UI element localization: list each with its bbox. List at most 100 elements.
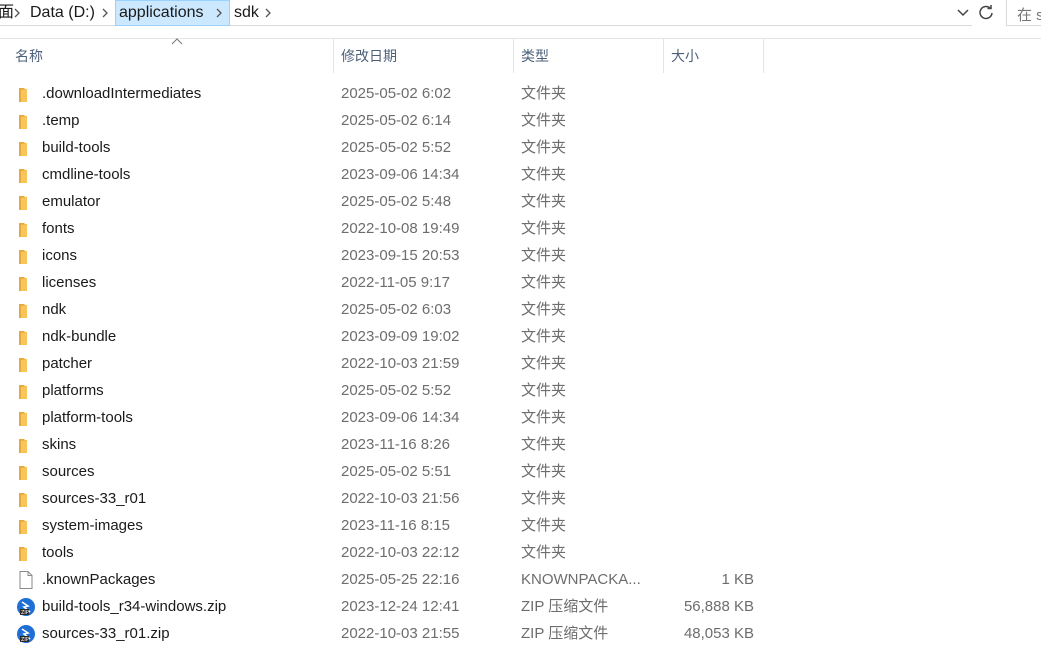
file-row[interactable]: system-images 2023-11-16 8:15 文件夹 [0,512,1041,539]
zip-icon: ZIP [16,597,36,617]
file-type: 文件夹 [521,544,567,561]
file-size [664,350,754,377]
folder-icon [16,84,36,104]
column-date-label: 修改日期 [341,48,397,64]
folder-icon [16,273,36,293]
file-size [664,458,754,485]
file-type: 文件夹 [521,463,567,480]
file-row[interactable]: sources 2025-05-02 5:51 文件夹 [0,458,1041,485]
folder-icon [16,408,36,428]
file-size [664,134,754,161]
search-input[interactable]: 在 s [1006,0,1041,26]
file-row[interactable]: .downloadIntermediates 2025-05-02 6:02 文… [0,80,1041,107]
file-date: 2023-09-15 20:53 [341,247,460,264]
file-type: 文件夹 [521,220,567,237]
file-name: build-tools_r34-windows.zip [42,598,227,615]
folder-icon [16,543,36,563]
breadcrumb-item-data-drive[interactable]: Data (D:) [30,3,95,23]
file-size [664,323,754,350]
file-row[interactable]: .knownPackages 2025-05-25 22:16 KNOWNPAC… [0,566,1041,593]
file-date: 2023-09-06 14:34 [341,409,460,426]
file-size: 48,053 KB [683,625,754,642]
file-row[interactable]: ndk-bundle 2023-09-09 19:02 文件夹 [0,323,1041,350]
folder-icon [16,300,36,320]
file-name: emulator [42,193,101,210]
file-size [664,215,754,242]
file-row[interactable]: ndk 2025-05-02 6:03 文件夹 [0,296,1041,323]
file-row[interactable]: .temp 2025-05-02 6:14 文件夹 [0,107,1041,134]
chevron-right-icon[interactable] [262,4,274,22]
file-date: 2022-10-03 21:56 [341,490,460,507]
file-date: 2022-10-03 21:55 [341,625,460,642]
file-row[interactable]: licenses 2022-11-05 9:17 文件夹 [0,269,1041,296]
zip-icon: ZIP [16,624,36,644]
file-name: ndk [42,301,67,318]
file-row[interactable]: platform-tools 2023-09-06 14:34 文件夹 [0,404,1041,431]
file-row[interactable]: tools 2022-10-03 22:12 文件夹 [0,539,1041,566]
file-size: 56,888 KB [683,598,754,615]
file-name: tools [42,544,74,561]
file-name: .downloadIntermediates [42,85,202,102]
file-size [664,296,754,323]
file-type: 文件夹 [521,301,567,318]
column-header-name[interactable]: 名称 [8,38,334,73]
column-header-type[interactable]: 类型 [514,39,664,73]
folder-icon [16,489,36,509]
file-name: system-images [42,517,143,534]
file-row[interactable]: platforms 2025-05-02 5:52 文件夹 [0,377,1041,404]
file-date: 2022-10-03 22:12 [341,544,460,561]
file-type: 文件夹 [521,382,567,399]
file-row[interactable]: icons 2023-09-15 20:53 文件夹 [0,242,1041,269]
file-type: 文件夹 [521,193,567,210]
file-name: sources-33_r01.zip [42,625,170,642]
file-type: ZIP 压缩文件 [521,625,609,642]
folder-icon [16,462,36,482]
file-date: 2022-10-03 21:59 [341,355,460,372]
file-size: 1 KB [721,571,754,588]
column-type-label: 类型 [521,48,549,64]
file-row[interactable]: sources-33_r01 2022-10-03 21:56 文件夹 [0,485,1041,512]
file-date: 2025-05-02 5:51 [341,463,452,480]
column-header-date[interactable]: 修改日期 [334,39,514,73]
file-name: skins [42,436,77,453]
breadcrumb-item-applications[interactable]: applications [119,3,204,23]
breadcrumb-item-sdk[interactable]: sdk [234,3,259,23]
folder-icon [16,138,36,158]
svg-text:ZIP: ZIP [21,610,29,616]
file-date: 2025-05-02 6:14 [341,112,452,129]
file-row[interactable]: skins 2023-11-16 8:26 文件夹 [0,431,1041,458]
file-row[interactable]: ZIP sources-33_r01.zip 2022-10-03 21:55 … [0,620,1041,647]
file-type: 文件夹 [521,139,567,156]
file-type: 文件夹 [521,166,567,183]
file-row[interactable]: emulator 2025-05-02 5:48 文件夹 [0,188,1041,215]
folder-icon [16,327,36,347]
file-type: 文件夹 [521,409,567,426]
file-name: licenses [42,274,97,291]
folder-icon [16,354,36,374]
file-size [664,242,754,269]
file-row[interactable]: patcher 2022-10-03 21:59 文件夹 [0,350,1041,377]
folder-icon [16,219,36,239]
address-bar: 面 Data (D:) applications sdk 在 s [0,0,1041,26]
folder-icon [16,516,36,536]
file-name: platforms [42,382,104,399]
file-date: 2023-12-24 12:41 [341,598,460,615]
refresh-button[interactable] [975,2,997,24]
file-date: 2025-05-02 5:52 [341,382,452,399]
chevron-right-icon[interactable] [11,4,23,22]
file-row[interactable]: ZIP build-tools_r34-windows.zip 2023-12-… [0,593,1041,620]
file-type: 文件夹 [521,355,567,372]
chevron-right-icon[interactable] [99,4,111,22]
file-row[interactable]: fonts 2022-10-08 19:49 文件夹 [0,215,1041,242]
file-icon [16,570,36,590]
chevron-right-icon[interactable] [213,4,225,22]
chevron-down-icon[interactable] [955,5,971,21]
file-row[interactable]: cmdline-tools 2023-09-06 14:34 文件夹 [0,161,1041,188]
column-header-size[interactable]: 大小 [664,39,764,73]
file-name: platform-tools [42,409,133,426]
file-type: 文件夹 [521,517,567,534]
file-row[interactable]: build-tools 2025-05-02 5:52 文件夹 [0,134,1041,161]
breadcrumb[interactable]: 面 Data (D:) applications sdk [0,0,972,26]
file-name: build-tools [42,139,111,156]
file-size [664,80,754,107]
